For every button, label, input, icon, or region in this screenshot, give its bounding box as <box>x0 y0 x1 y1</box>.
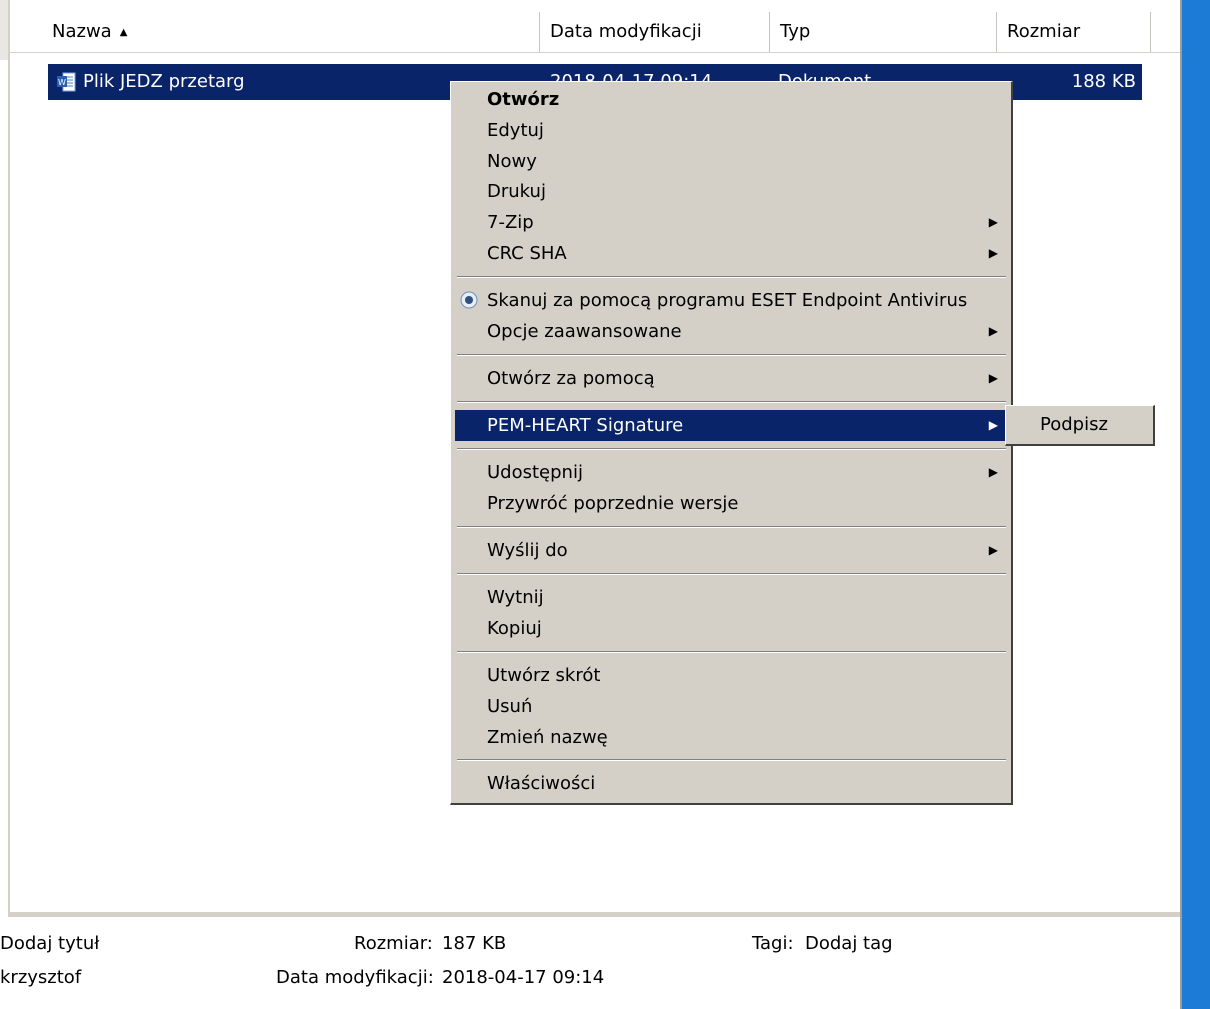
pem-heart-submenu: Podpisz <box>1005 405 1155 446</box>
right-side-bar <box>1182 0 1210 1009</box>
submenu-arrow-icon: ▶ <box>988 543 998 557</box>
menu-item-label: Udostępnij <box>487 462 583 483</box>
column-date-label: Data modyfikacji <box>550 21 702 42</box>
submenu-arrow-icon: ▶ <box>988 418 998 432</box>
details-date-label: Data modyfikacji: <box>276 967 434 988</box>
eset-antivirus-icon <box>460 291 478 309</box>
menu-item-print[interactable]: Drukuj <box>455 176 1010 207</box>
menu-item-label: Przywróć poprzednie wersje <box>487 493 739 514</box>
menu-item-open-with[interactable]: Otwórz za pomocą ▶ <box>455 363 1010 394</box>
menu-separator <box>457 759 1006 761</box>
submenu-item-sign[interactable]: Podpisz <box>1006 406 1152 444</box>
details-size-value: 187 KB <box>442 933 507 954</box>
submenu-arrow-icon: ▶ <box>988 465 998 479</box>
submenu-arrow-icon: ▶ <box>988 324 998 338</box>
context-menu: Otwórz Edytuj Nowy Drukuj 7-Zip ▶ CRC SHA… <box>450 81 1013 805</box>
menu-item-7zip[interactable]: 7-Zip ▶ <box>455 207 1010 238</box>
menu-item-properties[interactable]: Właściwości <box>455 768 1010 799</box>
menu-item-label: Zmień nazwę <box>487 727 608 748</box>
column-extra-header[interactable] <box>1151 12 1181 52</box>
menu-item-cut[interactable]: Wytnij <box>455 582 1010 613</box>
column-size-label: Rozmiar <box>1007 21 1081 42</box>
menu-item-label: Wyślij do <box>487 540 568 561</box>
sort-ascending-icon: ▲ <box>119 27 128 38</box>
column-name-label: Nazwa <box>52 21 112 42</box>
menu-separator <box>457 276 1006 278</box>
menu-item-delete[interactable]: Usuń <box>455 691 1010 722</box>
menu-item-label: Skanuj za pomocą programu ESET Endpoint … <box>487 290 968 311</box>
menu-separator <box>457 401 1006 403</box>
menu-item-copy[interactable]: Kopiuj <box>455 613 1010 644</box>
menu-separator <box>457 354 1006 356</box>
menu-separator <box>457 448 1006 450</box>
file-size: 188 KB <box>1071 71 1136 92</box>
submenu-arrow-icon: ▶ <box>988 371 998 385</box>
menu-item-advanced-options[interactable]: Opcje zaawansowane ▶ <box>455 316 1010 347</box>
menu-item-label: Otwórz za pomocą <box>487 368 655 389</box>
submenu-arrow-icon: ▶ <box>988 215 998 229</box>
menu-item-label: Usuń <box>487 696 533 717</box>
menu-separator <box>457 573 1006 575</box>
column-date-header[interactable]: Data modyfikacji <box>540 12 770 52</box>
submenu-arrow-icon: ▶ <box>988 246 998 260</box>
menu-item-label: PEM-HEART Signature <box>487 415 684 436</box>
column-header: Nazwa ▲ Data modyfikacji Typ Rozmiar <box>10 12 1181 53</box>
menu-item-restore-previous-versions[interactable]: Przywróć poprzednie wersje <box>455 488 1010 519</box>
column-type-header[interactable]: Typ <box>770 12 997 52</box>
menu-item-label: Właściwości <box>487 773 596 794</box>
menu-item-eset-scan[interactable]: Skanuj za pomocą programu ESET Endpoint … <box>455 285 1010 316</box>
details-title[interactable]: Dodaj tytuł <box>0 933 99 954</box>
column-type-label: Typ <box>780 21 811 42</box>
menu-item-new[interactable]: Nowy <box>455 146 1010 177</box>
details-pane: Dodaj tytuł krzysztof Rozmiar: 187 KB Da… <box>0 917 1182 1009</box>
menu-item-send-to[interactable]: Wyślij do ▶ <box>455 535 1010 566</box>
column-name-header[interactable]: Nazwa ▲ <box>42 12 540 52</box>
details-size-label: Rozmiar: <box>354 933 433 954</box>
menu-item-edit[interactable]: Edytuj <box>455 115 1010 146</box>
menu-item-label: Kopiuj <box>487 618 542 639</box>
menu-item-pem-heart-signature[interactable]: PEM-HEART Signature ▶ <box>455 410 1010 441</box>
file-name: Plik JEDZ przetarg <box>83 71 245 92</box>
menu-item-label: Edytuj <box>487 120 544 141</box>
word-document-icon: W <box>57 72 76 92</box>
menu-item-label: 7-Zip <box>487 212 534 233</box>
details-tags-label: Tagi: <box>752 933 794 954</box>
menu-item-create-shortcut[interactable]: Utwórz skrót <box>455 660 1010 691</box>
menu-item-share[interactable]: Udostępnij ▶ <box>455 457 1010 488</box>
menu-item-label: CRC SHA <box>487 243 567 264</box>
menu-separator <box>457 651 1006 653</box>
svg-text:W: W <box>58 78 66 87</box>
menu-item-label: Opcje zaawansowane <box>487 321 682 342</box>
left-border <box>8 0 10 912</box>
menu-item-label: Nowy <box>487 151 537 172</box>
menu-item-rename[interactable]: Zmień nazwę <box>455 722 1010 753</box>
details-tags-value[interactable]: Dodaj tag <box>805 933 893 954</box>
menu-item-crc-sha[interactable]: CRC SHA ▶ <box>455 238 1010 269</box>
menu-item-label: Drukuj <box>487 181 546 202</box>
left-edge-strip <box>0 0 8 60</box>
menu-item-label: Wytnij <box>487 587 544 608</box>
menu-separator <box>457 526 1006 528</box>
submenu-item-label: Podpisz <box>1040 414 1108 435</box>
details-author[interactable]: krzysztof <box>0 967 81 988</box>
menu-item-label: Otwórz <box>487 89 560 110</box>
menu-item-open[interactable]: Otwórz <box>455 84 1010 115</box>
details-date-value: 2018-04-17 09:14 <box>442 967 605 988</box>
column-size-header[interactable]: Rozmiar <box>997 12 1151 52</box>
menu-item-label: Utwórz skrót <box>487 665 601 686</box>
